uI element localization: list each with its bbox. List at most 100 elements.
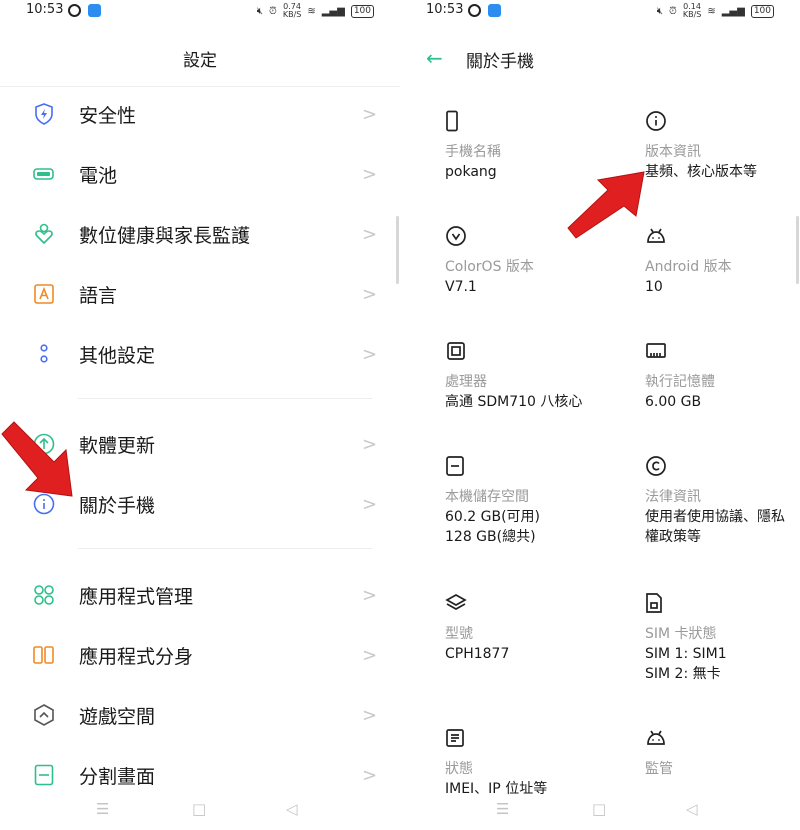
- info-cell[interactable]: 版本資訊 基頻、核心版本等: [645, 110, 800, 182]
- chevron-right-icon: >: [362, 493, 378, 515]
- back-icon[interactable]: ◁: [286, 800, 298, 818]
- settings-item[interactable]: 軟體更新 >: [0, 416, 400, 472]
- status-bar: 10:53 🔇︎ ⏰︎ 0.74 KB/S ≋ ▂▄▆ 100: [0, 0, 400, 22]
- status-time: 10:53: [426, 2, 464, 17]
- settings-item-label: 數位健康與家長監護: [79, 224, 251, 247]
- menu-icon[interactable]: ☰: [496, 800, 509, 818]
- info-cell-title: 手機名稱: [445, 144, 501, 160]
- info-cell[interactable]: 處理器 高通 SDM710 八核心: [445, 340, 605, 412]
- info-circle-icon: [645, 110, 667, 132]
- regulatory-icon: [645, 727, 667, 749]
- notification-app-icon: [488, 4, 501, 17]
- settings-item[interactable]: 關於手機 >: [0, 476, 400, 532]
- coloros-icon: [445, 225, 467, 247]
- language-icon: [33, 283, 55, 305]
- storage-icon: [445, 455, 467, 477]
- divider: [78, 548, 372, 549]
- page-title: 關於手機: [466, 52, 534, 72]
- settings-item[interactable]: 語言 >: [0, 266, 400, 322]
- more-settings-icon: [33, 343, 55, 365]
- update-icon: [33, 433, 55, 455]
- info-cell[interactable]: 執行記憶體 6.00 GB: [645, 340, 800, 412]
- signal-icon: ▂▄▆: [721, 5, 745, 17]
- navigation-bar: ☰ □ ◁: [400, 790, 800, 830]
- settings-item-label: 電池: [79, 164, 118, 187]
- info-icon: [33, 493, 55, 515]
- battery-status: 100: [750, 4, 774, 18]
- settings-item[interactable]: 電池 >: [0, 146, 400, 202]
- info-cell[interactable]: 手機名稱 pokang: [445, 110, 605, 182]
- info-cell-value: 6.00 GB: [645, 394, 702, 410]
- info-cell-value: 60.2 GB(可用) 128 GB(總共): [445, 509, 540, 545]
- wellbeing-icon: [33, 223, 55, 245]
- settings-item[interactable]: 數位健康與家長監護 >: [0, 206, 400, 262]
- alarm-icon: ⏰︎: [269, 5, 277, 17]
- copyright-icon: [645, 455, 667, 477]
- back-icon[interactable]: ◁: [686, 800, 698, 818]
- info-cell[interactable]: 狀態 IMEI、IP 位址等: [445, 727, 605, 799]
- status-icon: [445, 727, 467, 749]
- cpu-icon: [445, 340, 467, 362]
- signal-icon: ▂▄▆: [321, 5, 345, 17]
- settings-item[interactable]: 安全性 >: [0, 86, 400, 142]
- info-cell-value: SIM 1: SIM1 SIM 2: 無卡: [645, 646, 727, 682]
- info-cell[interactable]: 法律資訊使用者使用協議、隱私 權政策等: [645, 455, 800, 547]
- settings-item-label: 分割畫面: [79, 765, 156, 788]
- alarm-icon: ⏰︎: [669, 5, 677, 17]
- sim-icon: [645, 592, 667, 614]
- info-cell[interactable]: 監管: [645, 727, 800, 779]
- chevron-right-icon: >: [362, 163, 378, 185]
- apps-icon: [33, 584, 55, 606]
- settings-item[interactable]: 應用程式分身 >: [0, 627, 400, 683]
- chevron-right-icon: >: [362, 103, 378, 125]
- chevron-right-icon: >: [362, 433, 378, 455]
- settings-item[interactable]: 其他設定 >: [0, 326, 400, 382]
- info-cell-title: 監管: [645, 761, 673, 777]
- about-phone-screen: 10:53 🔇︎ ⏰︎ 0.14 KB/S ≋ ▂▄▆ 100 ← 關於手機 手機…: [400, 0, 800, 830]
- android-icon: [645, 225, 667, 247]
- info-cell-title: 本機儲存空間: [445, 489, 529, 505]
- info-cell-value: 基頻、核心版本等: [645, 164, 757, 180]
- page-title: 設定: [183, 51, 217, 71]
- info-cell-value: 高通 SDM710 八核心: [445, 394, 583, 410]
- info-cell-title: SIM 卡狀態: [645, 626, 717, 642]
- settings-item-label: 安全性: [79, 104, 137, 127]
- info-cell-value: V7.1: [445, 279, 477, 295]
- network-speed: 0.74 KB/S: [282, 2, 302, 19]
- settings-item-label: 語言: [79, 284, 118, 307]
- divider: [78, 398, 372, 399]
- info-cell-title: 型號: [445, 626, 473, 642]
- layers-icon: [445, 592, 467, 614]
- notification-app-icon: [68, 4, 81, 17]
- network-speed: 0.14 KB/S: [682, 2, 702, 19]
- back-arrow-icon[interactable]: ←: [426, 46, 443, 70]
- home-icon[interactable]: □: [592, 800, 606, 818]
- info-cell[interactable]: 本機儲存空間 60.2 GB(可用) 128 GB(總共): [445, 455, 605, 547]
- notification-app-icon: [468, 4, 481, 17]
- info-cell[interactable]: ColorOS 版本 V7.1: [445, 225, 605, 297]
- home-icon[interactable]: □: [192, 800, 206, 818]
- settings-item-label: 關於手機: [79, 494, 156, 517]
- clone-icon: [33, 644, 55, 666]
- info-cell-value: 使用者使用協議、隱私 權政策等: [645, 509, 785, 545]
- info-cell[interactable]: 型號 CPH1877: [445, 592, 605, 664]
- settings-item[interactable]: 應用程式管理 >: [0, 567, 400, 623]
- settings-item-label: 軟體更新: [79, 434, 156, 457]
- info-cell-title: ColorOS 版本: [445, 259, 534, 275]
- notification-app-icon: [88, 4, 101, 17]
- info-cell[interactable]: SIM 卡狀態 SIM 1: SIM1 SIM 2: 無卡: [645, 592, 800, 684]
- settings-item[interactable]: 遊戲空間 >: [0, 687, 400, 743]
- scrollbar[interactable]: [796, 216, 799, 284]
- chevron-right-icon: >: [362, 584, 378, 606]
- info-cell-title: 法律資訊: [645, 489, 701, 505]
- info-cell-title: 執行記憶體: [645, 374, 715, 390]
- settings-item-label: 遊戲空間: [79, 705, 156, 728]
- scrollbar[interactable]: [396, 216, 399, 284]
- menu-icon[interactable]: ☰: [96, 800, 109, 818]
- mute-icon: 🔇︎: [256, 5, 264, 17]
- shield-icon: [33, 103, 55, 125]
- info-cell[interactable]: Android 版本 10: [645, 225, 800, 297]
- settings-item-label: 應用程式管理: [79, 585, 194, 608]
- battery-status: 100: [350, 4, 374, 18]
- navigation-bar: ☰ □ ◁: [0, 790, 400, 830]
